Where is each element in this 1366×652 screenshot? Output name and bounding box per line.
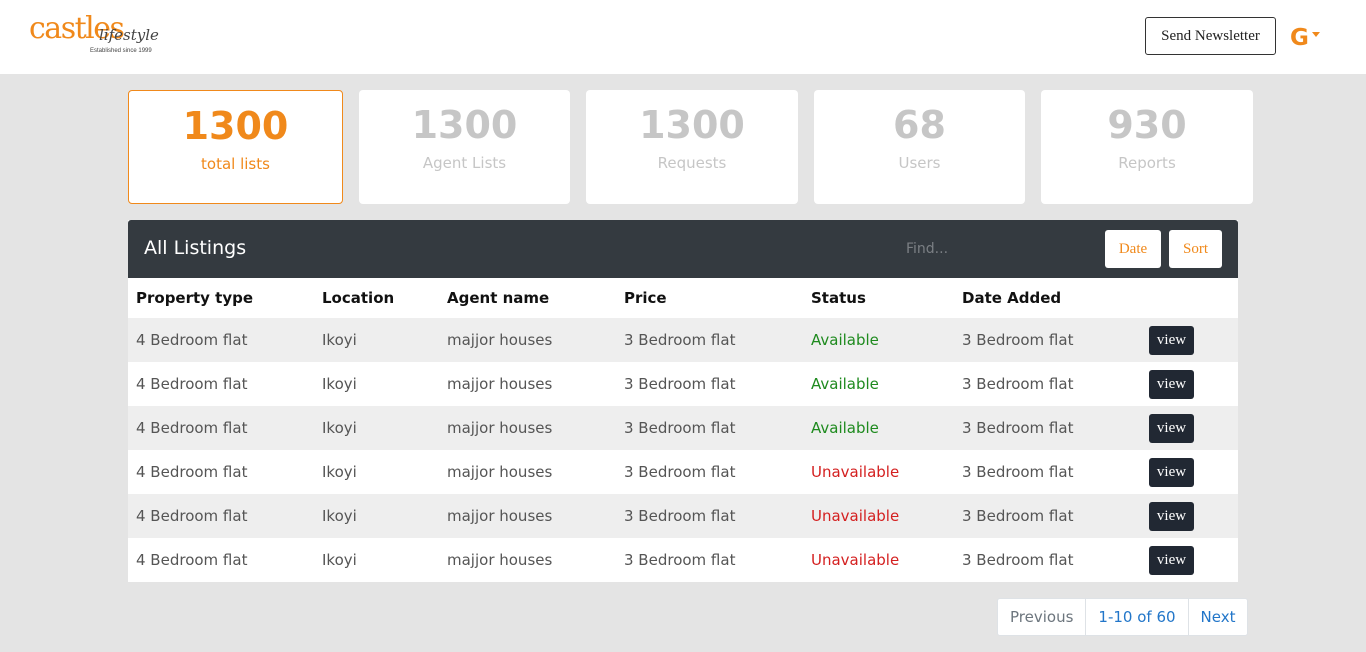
cell-price: 3 Bedroom flat — [624, 551, 736, 569]
logo-tagline: Established since 1999 — [90, 48, 152, 54]
cell-location: Ikoyi — [322, 507, 357, 525]
table-row: 4 Bedroom flat Ikoyi majjor houses 3 Bed… — [128, 406, 1238, 450]
cell-date-added: 3 Bedroom flat — [962, 507, 1074, 525]
status-badge: Available — [811, 331, 879, 349]
listings-title: All Listings — [144, 237, 247, 259]
cell-property-type: 4 Bedroom flat — [136, 375, 248, 393]
cell-date-added: 3 Bedroom flat — [962, 551, 1074, 569]
view-button[interactable]: view — [1149, 413, 1194, 443]
cell-price: 3 Bedroom flat — [624, 463, 736, 481]
table-row: 4 Bedroom flat Ikoyi majjor houses 3 Bed… — [128, 494, 1238, 538]
cell-agent-name: majjor houses — [447, 419, 553, 437]
cell-action: view — [1149, 362, 1194, 406]
stat-card-reports[interactable]: 930 Reports — [1041, 90, 1253, 204]
column-header[interactable]: Property type — [136, 278, 253, 318]
table-row: 4 Bedroom flat Ikoyi majjor houses 3 Bed… — [128, 318, 1238, 362]
stat-label: Requests — [657, 154, 727, 172]
column-header[interactable]: Agent name — [447, 278, 549, 318]
table-row: 4 Bedroom flat Ikoyi majjor houses 3 Bed… — [128, 362, 1238, 406]
cell-location: Ikoyi — [322, 331, 357, 349]
cell-agent-name: majjor houses — [447, 331, 553, 349]
stat-label: Agent Lists — [422, 154, 507, 172]
stat-value: 1300 — [411, 103, 518, 147]
column-header[interactable]: Date Added — [962, 278, 1061, 318]
table-row: 4 Bedroom flat Ikoyi majjor houses 3 Bed… — [128, 450, 1238, 494]
view-button[interactable]: view — [1149, 369, 1194, 399]
top-navbar: castles lifestyle Established since 1999… — [0, 0, 1366, 74]
cell-agent-name: majjor houses — [447, 463, 553, 481]
cell-price: 3 Bedroom flat — [624, 331, 736, 349]
cell-agent-name: majjor houses — [447, 507, 553, 525]
table-row: 4 Bedroom flat Ikoyi majjor houses 3 Bed… — [128, 538, 1238, 582]
cell-date-added: 3 Bedroom flat — [962, 375, 1074, 393]
cell-location: Ikoyi — [322, 375, 357, 393]
cell-action: view — [1149, 318, 1194, 362]
cell-price: 3 Bedroom flat — [624, 419, 736, 437]
cell-action: view — [1149, 406, 1194, 450]
status-badge: Unavailable — [811, 463, 900, 481]
stat-value: 68 — [893, 103, 946, 147]
cell-action: view — [1149, 450, 1194, 494]
cell-date-added: 3 Bedroom flat — [962, 463, 1074, 481]
cell-property-type: 4 Bedroom flat — [136, 551, 248, 569]
cell-property-type: 4 Bedroom flat — [136, 419, 248, 437]
cell-property-type: 4 Bedroom flat — [136, 331, 248, 349]
column-header[interactable]: Status — [811, 278, 866, 318]
cell-property-type: 4 Bedroom flat — [136, 463, 248, 481]
view-button[interactable]: view — [1149, 325, 1194, 355]
send-newsletter-button[interactable]: Send Newsletter — [1145, 17, 1276, 55]
stat-label: Users — [898, 154, 941, 172]
profile-dropdown[interactable]: G — [1290, 24, 1320, 52]
column-header[interactable]: Price — [624, 278, 667, 318]
cell-price: 3 Bedroom flat — [624, 507, 736, 525]
cell-date-added: 3 Bedroom flat — [962, 419, 1074, 437]
table-header: Property type Location Agent name Price … — [128, 278, 1238, 318]
stat-card-requests[interactable]: 1300 Requests — [586, 90, 798, 204]
status-badge: Unavailable — [811, 507, 900, 525]
cell-location: Ikoyi — [322, 463, 357, 481]
caret-down-icon — [1311, 31, 1320, 37]
castles-logo[interactable]: castles lifestyle Established since 1999 — [29, 12, 159, 58]
status-badge: Available — [811, 375, 879, 393]
stat-value: 930 — [1107, 103, 1187, 147]
profile-initial: G — [1290, 25, 1309, 51]
stat-label: Reports — [1118, 154, 1176, 172]
find-input[interactable] — [906, 234, 1086, 264]
stat-card-agent-lists[interactable]: 1300 Agent Lists — [359, 90, 570, 204]
view-button[interactable]: view — [1149, 501, 1194, 531]
stat-card-total-lists[interactable]: 1300 total lists — [128, 90, 343, 204]
stat-value: 1300 — [182, 104, 289, 148]
logo-script: lifestyle — [99, 26, 159, 44]
listings-header: All Listings Date Sort — [128, 220, 1238, 278]
cell-action: view — [1149, 494, 1194, 538]
pagination: Previous 1-10 of 60 Next — [997, 598, 1249, 636]
cell-property-type: 4 Bedroom flat — [136, 507, 248, 525]
stat-label: total lists — [201, 155, 270, 173]
stat-card-users[interactable]: 68 Users — [814, 90, 1025, 204]
listings-panel: All Listings Date Sort Property type Loc… — [128, 220, 1238, 582]
cell-location: Ikoyi — [322, 419, 357, 437]
cell-action: view — [1149, 538, 1194, 582]
next-page-button[interactable]: Next — [1187, 599, 1248, 635]
sort-button[interactable]: Sort — [1169, 230, 1222, 268]
stat-value: 1300 — [639, 103, 745, 147]
view-button[interactable]: view — [1149, 457, 1194, 487]
cell-price: 3 Bedroom flat — [624, 375, 736, 393]
status-badge: Unavailable — [811, 551, 900, 569]
previous-page-button[interactable]: Previous — [998, 599, 1085, 635]
date-filter-button[interactable]: Date — [1105, 230, 1161, 268]
cell-location: Ikoyi — [322, 551, 357, 569]
column-header[interactable]: Location — [322, 278, 394, 318]
page-range[interactable]: 1-10 of 60 — [1085, 599, 1187, 635]
cell-date-added: 3 Bedroom flat — [962, 331, 1074, 349]
view-button[interactable]: view — [1149, 545, 1194, 575]
status-badge: Available — [811, 419, 879, 437]
cell-agent-name: majjor houses — [447, 551, 553, 569]
cell-agent-name: majjor houses — [447, 375, 553, 393]
